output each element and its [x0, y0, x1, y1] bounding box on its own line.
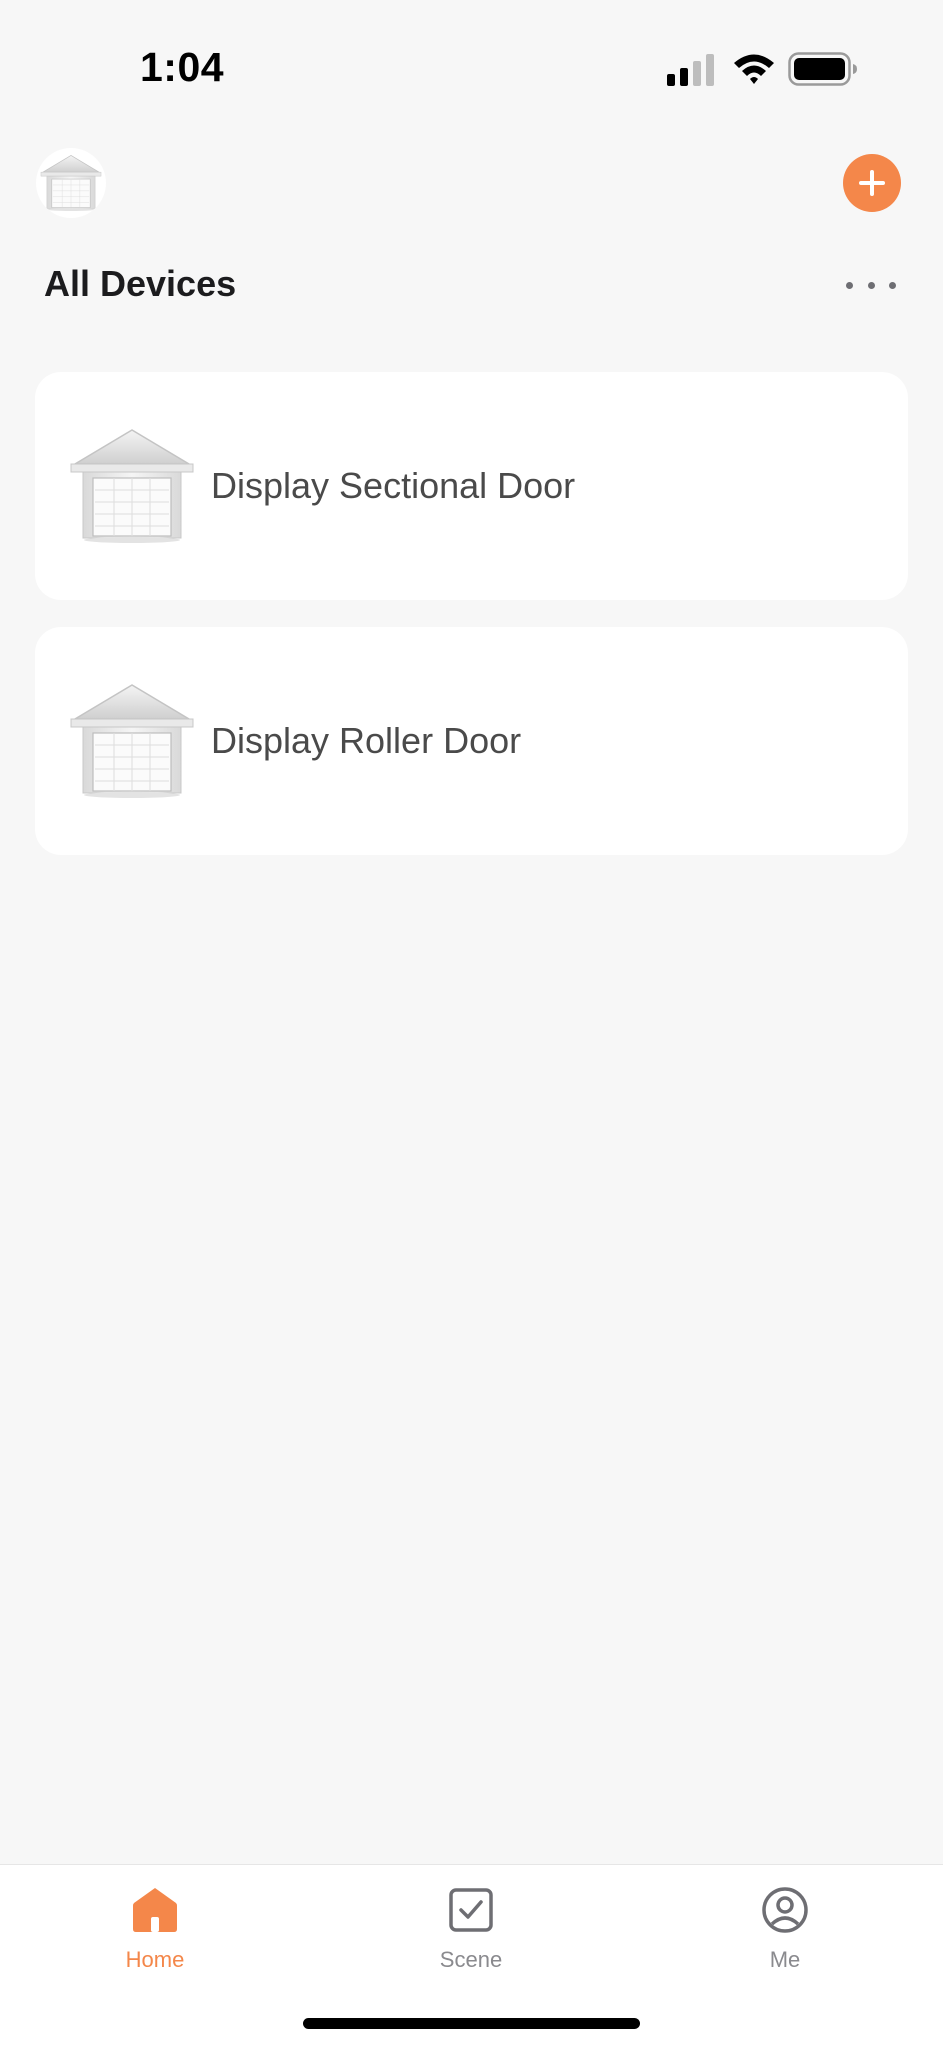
- more-dot: [889, 281, 896, 289]
- more-dot: [867, 281, 875, 289]
- tab-scene-label: Scene: [439, 1947, 503, 1972]
- device-name: Display Sectional Door: [211, 465, 576, 506]
- tab-me-label: Me: [769, 1947, 801, 1972]
- app-screen: 1:04 All Devices Display Sectional Door …: [0, 0, 943, 2048]
- tab-home-label: Home: [125, 1947, 185, 1972]
- device-name: Display Roller Door: [211, 720, 522, 761]
- wifi-icon: [734, 54, 774, 84]
- page-title: All Devices: [44, 263, 237, 304]
- home-avatar[interactable]: [36, 148, 106, 218]
- more-dots-icon: [846, 281, 853, 289]
- home-indicator[interactable]: [303, 2018, 640, 2029]
- status-bar: 1:04: [0, 0, 943, 130]
- signal-icon: [667, 54, 714, 86]
- device-card-roller-door[interactable]: Display Roller Door: [35, 627, 908, 855]
- home-icon: [133, 1888, 177, 1932]
- profile-icon: [762, 1887, 808, 1933]
- tab-home[interactable]: Home: [75, 1885, 235, 1985]
- more-options-button[interactable]: [846, 270, 896, 300]
- status-time: 1:04: [140, 44, 225, 90]
- scene-checkbox-icon: [449, 1888, 493, 1932]
- garage-icon: [40, 154, 102, 212]
- tab-me[interactable]: Me: [705, 1885, 865, 1985]
- device-card-sectional-door[interactable]: Display Sectional Door: [35, 372, 908, 600]
- battery-icon: [788, 52, 857, 86]
- add-device-button[interactable]: [843, 154, 901, 212]
- tab-scene[interactable]: Scene: [391, 1885, 551, 1985]
- plus-icon: [859, 170, 885, 196]
- garage-door-icon: [69, 428, 195, 544]
- garage-door-icon: [69, 683, 195, 799]
